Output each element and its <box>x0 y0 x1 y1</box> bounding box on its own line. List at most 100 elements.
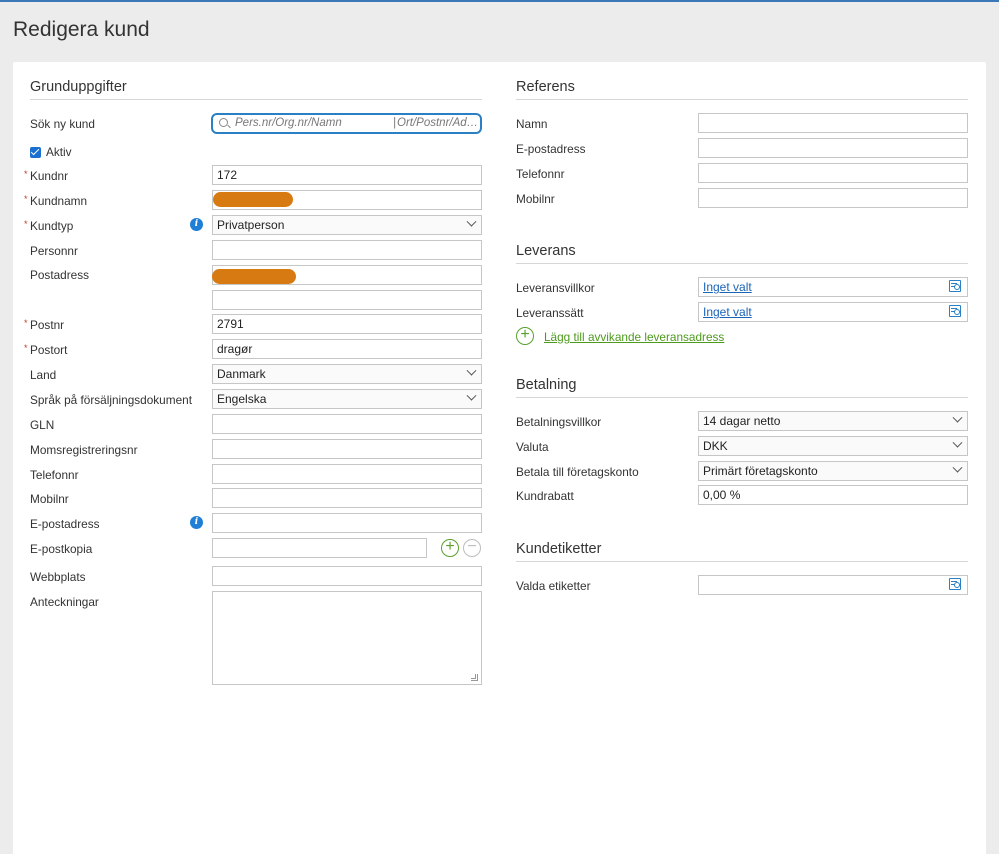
webb-field[interactable] <box>212 566 482 586</box>
ref-mobil-field[interactable] <box>698 188 968 208</box>
resize-handle-icon[interactable] <box>471 674 478 681</box>
section-title-kundetiketter: Kundetiketter <box>516 541 968 562</box>
postnr-field[interactable]: 2791 <box>212 314 482 334</box>
valda-etiketter-picker[interactable] <box>698 575 968 595</box>
ref-namn-label: Namn <box>516 117 548 131</box>
kundrabatt-label: Kundrabatt <box>516 489 574 503</box>
valuta-select[interactable]: DKK <box>698 436 968 456</box>
customer-form-card: Grunduppgifter Sök ny kund Pers.nr/Org.n… <box>13 62 986 854</box>
chevron-down-icon <box>466 365 477 376</box>
epost-label: E-postadress <box>30 517 100 531</box>
foretagskonto-select[interactable]: Primärt företagskonto <box>698 461 968 481</box>
search-separator: | <box>393 117 396 129</box>
lookup-icon[interactable] <box>949 280 963 293</box>
ref-telefon-label: Telefonnr <box>516 167 565 181</box>
postort-field[interactable]: dragør <box>212 339 482 359</box>
leveransvillkor-picker[interactable]: Inget valt <box>698 277 968 297</box>
mobil-label: Mobilnr <box>30 492 69 506</box>
valuta-label: Valuta <box>516 440 549 454</box>
valda-etiketter-label: Valda etiketter <box>516 579 591 593</box>
postadress-label: Postadress <box>30 268 90 282</box>
personnr-label: Personnr <box>30 244 78 258</box>
section-title-leverans: Leverans <box>516 243 968 264</box>
sprak-label: Språk på försäljningsdokument <box>30 393 192 407</box>
land-value: Danmark <box>217 367 266 381</box>
section-title-referens: Referens <box>516 79 968 100</box>
ref-epost-label: E-postadress <box>516 142 586 156</box>
redaction-mark <box>212 269 296 284</box>
ref-telefon-field[interactable] <box>698 163 968 183</box>
telefon-field[interactable] <box>212 464 482 484</box>
betalningsvillkor-select[interactable]: 14 dagar netto <box>698 411 968 431</box>
land-label: Land <box>30 368 57 382</box>
leveransvillkor-label: Leveransvillkor <box>516 281 595 295</box>
valuta-value: DKK <box>703 439 728 453</box>
anteck-label: Anteckningar <box>30 595 99 609</box>
epost-field[interactable] <box>212 513 482 533</box>
add-delivery-address-icon[interactable]: + <box>516 327 534 345</box>
betalningsvillkor-label: Betalningsvillkor <box>516 415 602 429</box>
kundnamn-label: * Kundnamn <box>24 194 88 208</box>
aktiv-label: Aktiv <box>46 145 72 159</box>
top-accent-line <box>0 0 999 2</box>
chevron-down-icon <box>952 412 963 423</box>
postadress-field-2[interactable] <box>212 290 482 310</box>
chevron-down-icon <box>952 437 963 448</box>
remove-email-copy-button[interactable]: − <box>463 539 481 557</box>
epost-info-icon[interactable]: i <box>190 516 203 529</box>
search-icon <box>219 118 228 127</box>
ref-epost-field[interactable] <box>698 138 968 158</box>
personnr-field[interactable] <box>212 240 482 260</box>
epostkopia-field[interactable] <box>212 538 427 558</box>
chevron-down-icon <box>952 462 963 473</box>
kundnr-field[interactable]: 172 <box>212 165 482 185</box>
leveranssatt-picker[interactable]: Inget valt <box>698 302 968 322</box>
gln-label: GLN <box>30 418 55 432</box>
postnr-label: * Postnr <box>24 318 65 332</box>
kundrabatt-field[interactable]: 0,00 % <box>698 485 968 505</box>
postort-label: * Postort <box>24 343 68 357</box>
required-marker: * <box>24 169 28 179</box>
redaction-mark <box>213 192 293 207</box>
foretagskonto-label: Betala till företagskonto <box>516 465 639 479</box>
anteckningar-textarea[interactable] <box>212 591 482 685</box>
sprak-select[interactable]: Engelska <box>212 389 482 409</box>
section-title-betalning: Betalning <box>516 377 968 398</box>
kundnr-label: * Kundnr <box>24 169 69 183</box>
kundtyp-info-icon[interactable]: i <box>190 218 203 231</box>
section-title-grunduppgifter: Grunduppgifter <box>30 79 482 100</box>
kundtyp-value: Privatperson <box>217 218 285 232</box>
betalningsvillkor-value: 14 dagar netto <box>703 414 781 428</box>
search-customer-label: Sök ny kund <box>30 117 95 131</box>
webb-label: Webbplats <box>30 570 86 584</box>
search-customer-input[interactable]: Pers.nr/Org.nr/Namn | Ort/Postnr/Ad… <box>211 113 482 134</box>
sprak-value: Engelska <box>217 392 267 406</box>
ref-mobil-label: Mobilnr <box>516 192 555 206</box>
moms-field[interactable] <box>212 439 482 459</box>
chevron-down-icon <box>466 390 477 401</box>
required-marker: * <box>24 194 28 204</box>
page-title: Redigera kund <box>13 18 150 41</box>
foretagskonto-value: Primärt företagskonto <box>703 464 818 478</box>
epostkopia-label: E-postkopia <box>30 542 93 556</box>
search-placeholder-1: Pers.nr/Org.nr/Namn <box>235 117 342 129</box>
telefon-label: Telefonnr <box>30 468 79 482</box>
aktiv-checkbox[interactable] <box>30 147 41 158</box>
add-delivery-address-link[interactable]: Lägg till avvikande leveransadress <box>544 330 724 344</box>
leveranssatt-label: Leveranssätt <box>516 306 584 320</box>
add-email-copy-button[interactable]: + <box>441 539 459 557</box>
mobil-field[interactable] <box>212 488 482 508</box>
required-marker: * <box>24 219 28 229</box>
search-placeholder-2: Ort/Postnr/Ad… <box>397 117 479 129</box>
required-marker: * <box>24 318 28 328</box>
gln-field[interactable] <box>212 414 482 434</box>
leveransvillkor-value[interactable]: Inget valt <box>703 280 752 294</box>
lookup-icon[interactable] <box>949 578 963 591</box>
kundtyp-label: * Kundtyp <box>24 219 74 233</box>
land-select[interactable]: Danmark <box>212 364 482 384</box>
kundtyp-select[interactable]: Privatperson <box>212 215 482 235</box>
lookup-icon[interactable] <box>949 305 963 318</box>
chevron-down-icon <box>466 216 477 227</box>
ref-namn-field[interactable] <box>698 113 968 133</box>
leveranssatt-value[interactable]: Inget valt <box>703 305 752 319</box>
